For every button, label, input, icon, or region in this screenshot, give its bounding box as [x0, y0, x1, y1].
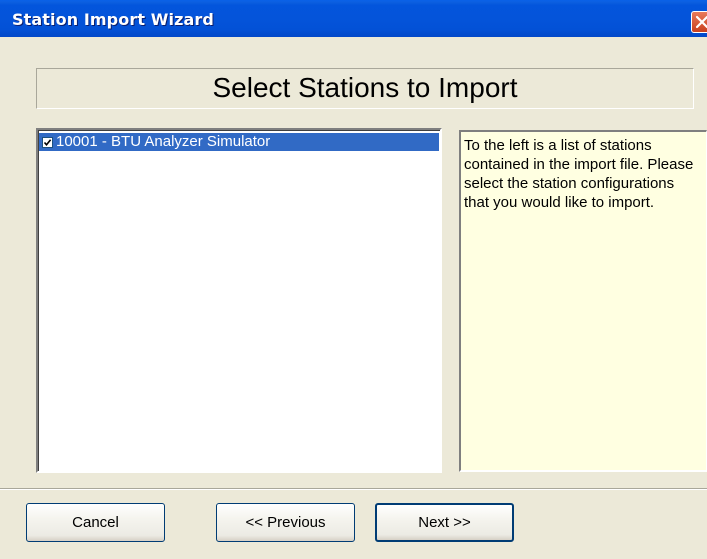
heading-panel: Select Stations to Import — [36, 68, 694, 109]
page-title: Select Stations to Import — [212, 72, 518, 103]
list-item[interactable]: 10001 - BTU Analyzer Simulator — [39, 133, 439, 151]
title-bar: Station Import Wizard — [0, 0, 707, 37]
info-panel: To the left is a list of stations contai… — [459, 130, 707, 472]
checkmark-icon — [43, 139, 52, 147]
previous-button[interactable]: << Previous — [216, 503, 355, 542]
list-item-label: 10001 - BTU Analyzer Simulator — [56, 133, 271, 150]
wizard-body: Select Stations to Import 10001 - BTU An… — [0, 37, 707, 559]
window-title: Station Import Wizard — [12, 10, 214, 29]
separator — [0, 488, 707, 490]
close-button[interactable] — [691, 11, 707, 33]
next-button[interactable]: Next >> — [375, 503, 514, 542]
info-text: To the left is a list of stations contai… — [464, 137, 694, 211]
station-checkbox[interactable] — [42, 137, 53, 148]
close-icon — [695, 15, 707, 29]
station-list[interactable]: 10001 - BTU Analyzer Simulator — [36, 128, 442, 473]
cancel-button[interactable]: Cancel — [26, 503, 165, 542]
